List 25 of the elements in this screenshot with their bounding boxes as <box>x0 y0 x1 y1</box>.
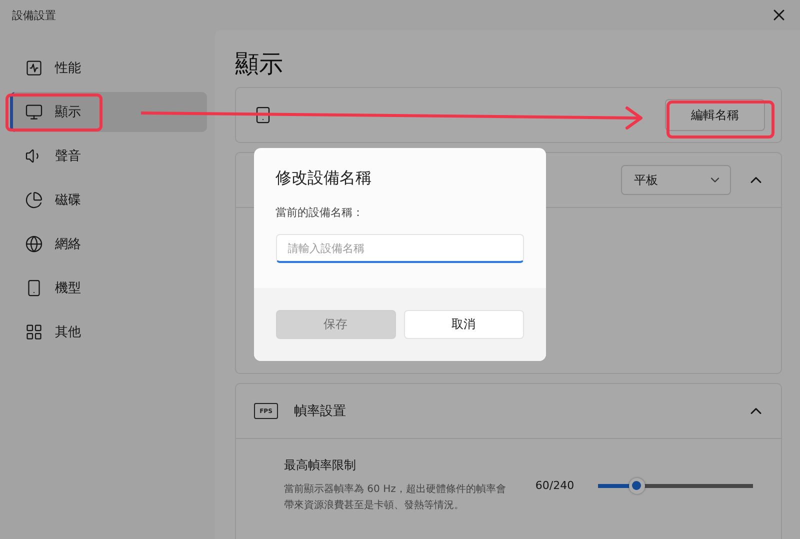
sidebar-icon <box>25 103 43 121</box>
card-title: 幀率設置 <box>294 403 346 420</box>
window-title: 設備設置 <box>12 8 56 22</box>
slider-thumb[interactable] <box>628 478 645 494</box>
field-label: 當前的設備名稱： <box>276 205 364 220</box>
sidebar-item[interactable]: 磁碟 <box>10 180 207 220</box>
setting-description: 當前顯示器幀率為 60 Hz，超出硬體條件的幀率會帶來資源浪費甚至是卡頓、發熱等情況。 <box>284 482 507 513</box>
sidebar-icon <box>25 279 43 297</box>
sidebar-item[interactable]: 聲音 <box>10 136 207 176</box>
sidebar-icon <box>25 191 43 209</box>
setting-title: 最高幀率限制 <box>284 457 357 474</box>
sidebar-icon <box>25 323 43 341</box>
sidebar-item[interactable]: 其他 <box>10 312 207 352</box>
device-icon <box>254 106 272 124</box>
page-title: 顯示 <box>235 49 284 80</box>
sidebar-icon <box>25 59 43 77</box>
dialog-title: 修改設備名稱 <box>276 168 372 189</box>
name-input-field[interactable]: 請輸入設備名稱 <box>276 234 524 263</box>
dialog-button[interactable]: 取消 <box>404 310 524 339</box>
sidebar-icon <box>25 235 43 253</box>
sidebar-item[interactable]: 網絡 <box>10 224 207 264</box>
slider-reading: 60/240 <box>535 479 574 492</box>
sidebar-item[interactable]: 機型 <box>10 268 207 308</box>
device-type-dropdown[interactable]: 平板 <box>621 165 731 195</box>
sidebar-item[interactable]: 性能 <box>10 48 207 88</box>
